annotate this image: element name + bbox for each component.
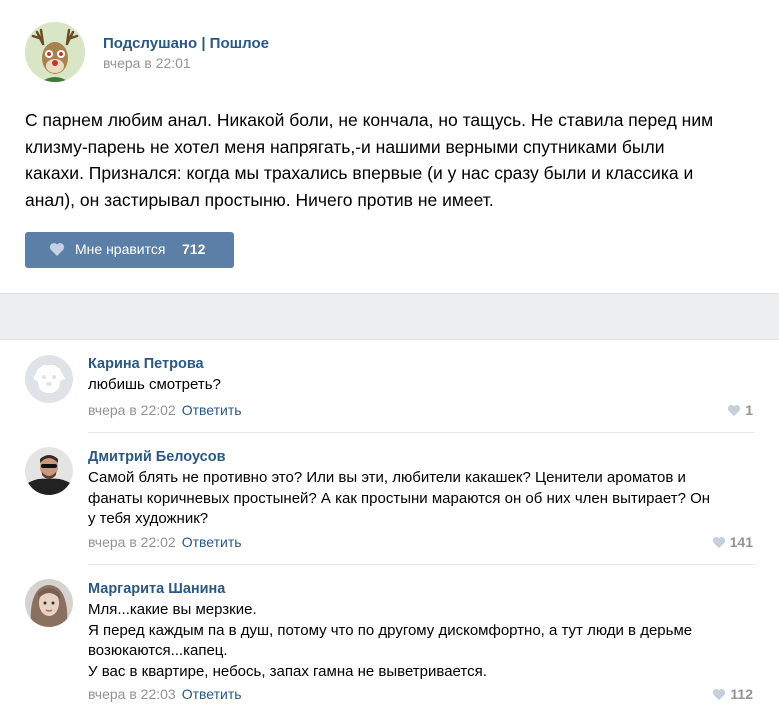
post-text-line: С парнем любим анал. Никакой боли, не ко… xyxy=(25,110,714,130)
heart-icon xyxy=(727,402,745,418)
like-count: 712 xyxy=(182,241,206,257)
comment-text-line: любишь смотреть? xyxy=(88,376,221,393)
reply-link[interactable]: Ответить xyxy=(182,402,242,418)
group-avatar-deer-icon[interactable] xyxy=(25,22,85,82)
like-button-label: Мне нравится xyxy=(75,241,166,257)
comment-author-link[interactable]: Дмитрий Белоусов xyxy=(88,449,226,465)
heart-icon xyxy=(712,686,730,702)
comment-like-button[interactable]: 141 xyxy=(712,534,753,550)
comment-text-line: фанаты коричневых простыней? А как прост… xyxy=(88,489,711,507)
comment-author-link[interactable]: Карина Петрова xyxy=(88,356,204,372)
comment-text-line: У вас в квартире, небось, запах гамна не… xyxy=(88,662,487,680)
comment-text-line: Я перед каждым па в душ, потому что по д… xyxy=(88,621,693,639)
comment-timestamp[interactable]: вчера в 22:03 xyxy=(88,686,176,702)
comment-like-button[interactable]: 1 xyxy=(727,402,753,418)
like-button[interactable]: Мне нравится 712 xyxy=(25,232,234,268)
comment-like-count: 112 xyxy=(730,686,753,702)
comment-like-count: 1 xyxy=(745,402,753,418)
comment-text-line: Самой блять не противно это? Или вы эти,… xyxy=(88,469,686,486)
comment-text: любишь смотреть? xyxy=(88,375,758,396)
post-text-line: какахи. Признался: когда мы трахались вп… xyxy=(25,163,694,183)
heart-icon xyxy=(49,242,65,260)
comment-author-link[interactable]: Маргарита Шанина xyxy=(88,581,225,597)
comment-meta: вчера в 22:02 Ответить xyxy=(88,402,242,418)
user-avatar[interactable] xyxy=(25,447,73,495)
comment-text: Самой блять не противно это? Или вы эти,… xyxy=(88,468,758,530)
comment-item: Карина Петрова любишь смотреть? вчера в … xyxy=(0,340,779,433)
post-timestamp[interactable]: вчера в 22:01 xyxy=(103,55,191,71)
comment-meta: вчера в 22:02 Ответить xyxy=(88,534,242,550)
comment-text-line: у тебя художник? xyxy=(88,510,209,527)
post-text: С парнем любим анал. Никакой боли, не ко… xyxy=(25,107,760,213)
heart-icon xyxy=(712,534,730,550)
comment-text: Мля...какие вы мерзкие. Я перед каждым п… xyxy=(88,600,758,682)
user-avatar[interactable] xyxy=(25,579,73,627)
vk-dog-avatar-icon[interactable] xyxy=(25,355,73,403)
group-name-link[interactable]: Подслушано | Пошлое xyxy=(103,35,269,52)
comment-like-button[interactable]: 112 xyxy=(712,686,753,702)
comment-item: Дмитрий Белоусов Самой блять не противно… xyxy=(0,433,779,565)
post-text-line: клизму-парень не хотел меня напрягать,-и… xyxy=(25,136,665,157)
post-text-line: анал), он застирывал простыню. Ничего пр… xyxy=(25,189,494,210)
comment-text-line: Мля...какие вы мерзкие. xyxy=(88,601,257,618)
section-separator xyxy=(0,293,779,340)
post-card: Подслушано | Пошлое вчера в 22:01 С парн… xyxy=(0,0,779,293)
comment-meta: вчера в 22:03 Ответить xyxy=(88,686,242,702)
comment-timestamp[interactable]: вчера в 22:02 xyxy=(88,534,176,550)
comment-item: Маргарита Шанина Мля...какие вы мерзкие.… xyxy=(0,565,779,708)
comment-like-count: 141 xyxy=(729,534,753,550)
comment-timestamp[interactable]: вчера в 22:02 xyxy=(88,402,176,418)
comment-text-line: возюкаются...капец. xyxy=(88,642,228,659)
reply-link[interactable]: Ответить xyxy=(182,686,242,702)
reply-link[interactable]: Ответить xyxy=(182,534,242,550)
